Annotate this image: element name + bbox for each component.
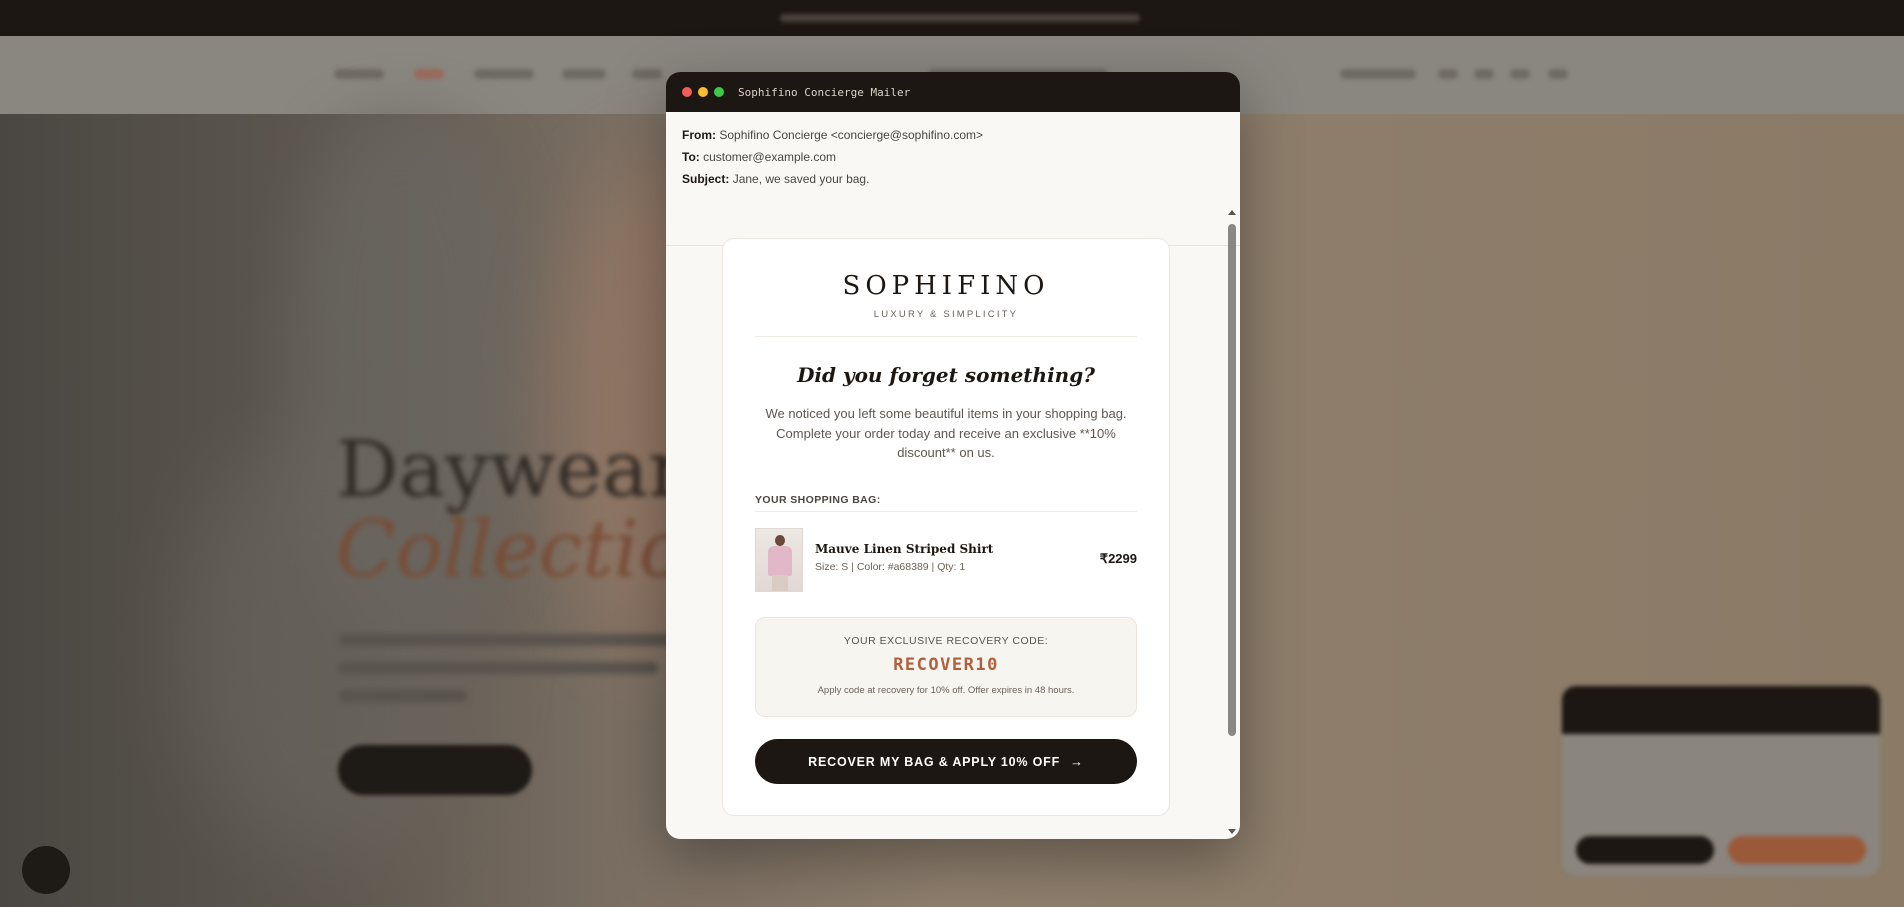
brand-logo: SOPHIFINO [842,271,1050,301]
divider [755,336,1137,337]
product-meta: Size: S | Color: #a68389 | Qty: 1 [815,561,966,573]
recovery-code[interactable]: RECOVER10 [756,655,1136,675]
to-label: To: [682,150,700,164]
from-label: From: [682,128,716,142]
window-titlebar: Sophifino Concierge Mailer [666,72,1240,112]
from-row: From: Sophifino Concierge <concierge@sop… [682,128,1224,142]
subject-value: Jane, we saved your bag. [732,172,870,186]
background-text-line [338,634,678,646]
email-scrollbar[interactable] [1226,206,1238,839]
background-shop-button [338,745,532,795]
to-row: To: customer@example.com [682,150,1224,164]
scroll-up-icon[interactable] [1228,210,1236,215]
recovery-code-label: YOUR EXCLUSIVE RECOVERY CODE: [843,635,1049,647]
scrollbar-thumb[interactable] [1228,224,1236,736]
recovery-code-note: Apply code at recovery for 10% off. Offe… [817,685,1075,696]
subject-label: Subject: [682,172,730,186]
mailer-window: Sophifino Concierge Mailer From: Sophifi… [666,72,1240,839]
recovery-code-box: YOUR EXCLUSIVE RECOVERY CODE: RECOVER10 … [755,617,1137,717]
scroll-down-icon[interactable] [1228,829,1236,834]
product-image [755,528,803,592]
background-text-line [338,662,658,674]
close-window-button[interactable] [682,87,692,97]
product-price: ₹2299 [1099,551,1137,566]
to-value: customer@example.com [703,150,836,164]
from-value: Sophifino Concierge <concierge@sophifino… [719,128,984,142]
background-notification-card [1562,686,1880,876]
recover-bag-button[interactable]: RECOVER MY BAG & APPLY 10% OFF → [755,739,1137,784]
email-card: SOPHIFINO LUXURY & SIMPLICITY Did you fo… [722,238,1170,816]
arrow-right-icon: → [1070,754,1084,769]
minimize-window-button[interactable] [698,87,708,97]
bag-section-label: YOUR SHOPPING BAG: [755,494,881,506]
email-intro: We noticed you left some beautiful items… [765,406,1127,460]
product-name: Mauve Linen Striped Shirt [815,542,994,556]
email-body[interactable]: SOPHIFINO LUXURY & SIMPLICITY Did you fo… [666,206,1240,839]
background-chat-button [22,846,70,894]
subject-row: Subject: Jane, we saved your bag. [682,172,1224,186]
email-headline: Did you forget something? [797,363,1095,387]
recover-bag-button-label: RECOVER MY BAG & APPLY 10% OFF [808,754,1061,769]
bag-item: Mauve Linen Striped Shirt Size: S | Colo… [755,528,1137,592]
window-title: Sophifino Concierge Mailer [738,85,911,99]
background-announcement-bar [0,0,1904,36]
divider [755,511,1137,512]
background-text-line [338,690,468,702]
maximize-window-button[interactable] [714,87,724,97]
brand-tagline: LUXURY & SIMPLICITY [873,309,1019,320]
